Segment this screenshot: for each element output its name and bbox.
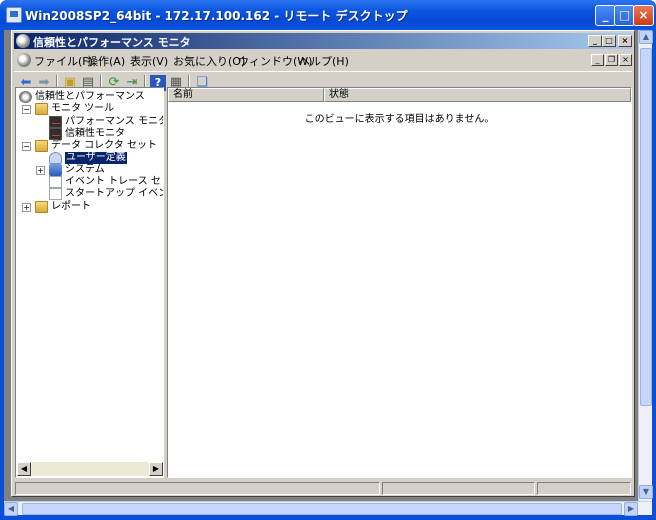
child-minimize-button[interactable]: _ (591, 54, 604, 66)
collapse-icon[interactable]: − (22, 142, 31, 151)
tree-label: パフォーマンス モニタ (65, 116, 164, 127)
tree-label: レポート (51, 201, 91, 212)
scroll-up-icon[interactable]: ▲ (639, 30, 653, 44)
collapse-icon[interactable]: − (22, 105, 31, 114)
rdp-horizontal-scrollbar[interactable]: ◀ ▶ (4, 501, 652, 516)
tree-label: 信頼性とパフォーマンス (35, 91, 145, 102)
event-trace-icon (49, 176, 62, 188)
scroll-right-icon[interactable]: ▶ (624, 502, 638, 516)
menu-file[interactable]: ファイル(F) (34, 53, 93, 69)
tree-label: 信頼性モニタ (65, 128, 125, 139)
rdp-titlebar[interactable]: Win2008SP2_64bit - 172.17.100.162 - リモート… (0, 0, 656, 30)
mmc-titlebar[interactable]: 信頼性とパフォーマンス モニタ _ □ × (14, 33, 632, 49)
tree-label-selected: ユーザー定義 (65, 152, 127, 164)
scroll-left-icon[interactable]: ◀ (4, 502, 18, 516)
console-tree[interactable]: 信頼性とパフォーマンス − モニタ ツール パフォーマンス モニタ 信頼性モニタ… (15, 87, 164, 478)
tree-label: イベント トレース セッション (65, 176, 163, 187)
mmc-window: 信頼性とパフォーマンス モニタ _ □ × ファイル(F) 操作(A) 表示(V… (11, 30, 635, 497)
tree-label: モニタ ツール (51, 103, 115, 114)
menu-help[interactable]: ヘルプ(H) (299, 53, 349, 69)
rdp-vertical-thumb[interactable] (640, 48, 652, 406)
menu-favorites[interactable]: お気に入り(O) (173, 53, 245, 69)
mmc-close-button[interactable]: × (618, 35, 632, 47)
child-close-button[interactable]: × (619, 54, 632, 66)
tree-label: システム (65, 164, 105, 175)
mmc-minimize-button[interactable]: _ (588, 35, 602, 47)
child-restore-button[interactable]: ❐ (605, 54, 618, 66)
rdp-horizontal-thumb[interactable] (22, 503, 622, 515)
performance-chart-icon (49, 116, 62, 128)
reliability-chart-icon (49, 128, 62, 140)
menu-view[interactable]: 表示(V) (130, 53, 168, 69)
scroll-down-icon[interactable]: ▼ (639, 485, 653, 499)
rdp-window-title: Win2008SP2_64bit - 172.17.100.162 - リモート… (25, 9, 408, 23)
remote-desktop-icon (6, 7, 22, 23)
empty-view-message: このビューに表示する項目はありません。 (304, 114, 495, 125)
startup-trace-icon (49, 188, 62, 200)
status-cell-2 (382, 482, 535, 495)
folder-icon (35, 103, 48, 115)
column-header-name[interactable]: 名前 (168, 88, 324, 102)
scroll-right-icon[interactable]: ▶ (149, 462, 163, 476)
status-bar (14, 482, 632, 495)
result-list[interactable]: 名前 状態 このビューに表示する項目はありません。 (167, 87, 632, 478)
scroll-left-icon[interactable]: ◀ (17, 462, 31, 476)
mmc-window-title: 信頼性とパフォーマンス モニタ (33, 36, 191, 49)
tree-horizontal-scrollbar[interactable]: ◀ ▶ (17, 462, 163, 476)
maximize-button[interactable]: □ (614, 5, 635, 26)
system-menu-icon[interactable] (17, 53, 31, 67)
system-icon (49, 164, 62, 176)
expand-icon[interactable]: + (22, 203, 31, 212)
status-cell-main (15, 482, 380, 495)
minimize-button[interactable]: _ (595, 5, 616, 26)
expand-icon[interactable]: + (36, 166, 45, 175)
reliability-monitor-icon (19, 91, 32, 103)
close-button[interactable]: × (633, 5, 654, 26)
menu-bar: ファイル(F) 操作(A) 表示(V) お気に入り(O) ウィンドウ(W) ヘル… (14, 51, 632, 69)
reports-folder-icon (35, 201, 48, 213)
menu-action[interactable]: 操作(A) (87, 53, 125, 69)
status-cell-3 (537, 482, 631, 495)
mmc-app-icon (16, 34, 30, 48)
tree-label: データ コレクタ セット (51, 140, 157, 151)
tree-label: スタートアップ イベント トレ (65, 188, 163, 199)
user-defined-icon (49, 152, 62, 164)
column-header-status[interactable]: 状態 (324, 88, 631, 102)
mmc-maximize-button[interactable]: □ (602, 35, 616, 47)
rdp-vertical-scrollbar[interactable]: ▲ ▼ (638, 30, 653, 501)
folder-icon (35, 140, 48, 152)
